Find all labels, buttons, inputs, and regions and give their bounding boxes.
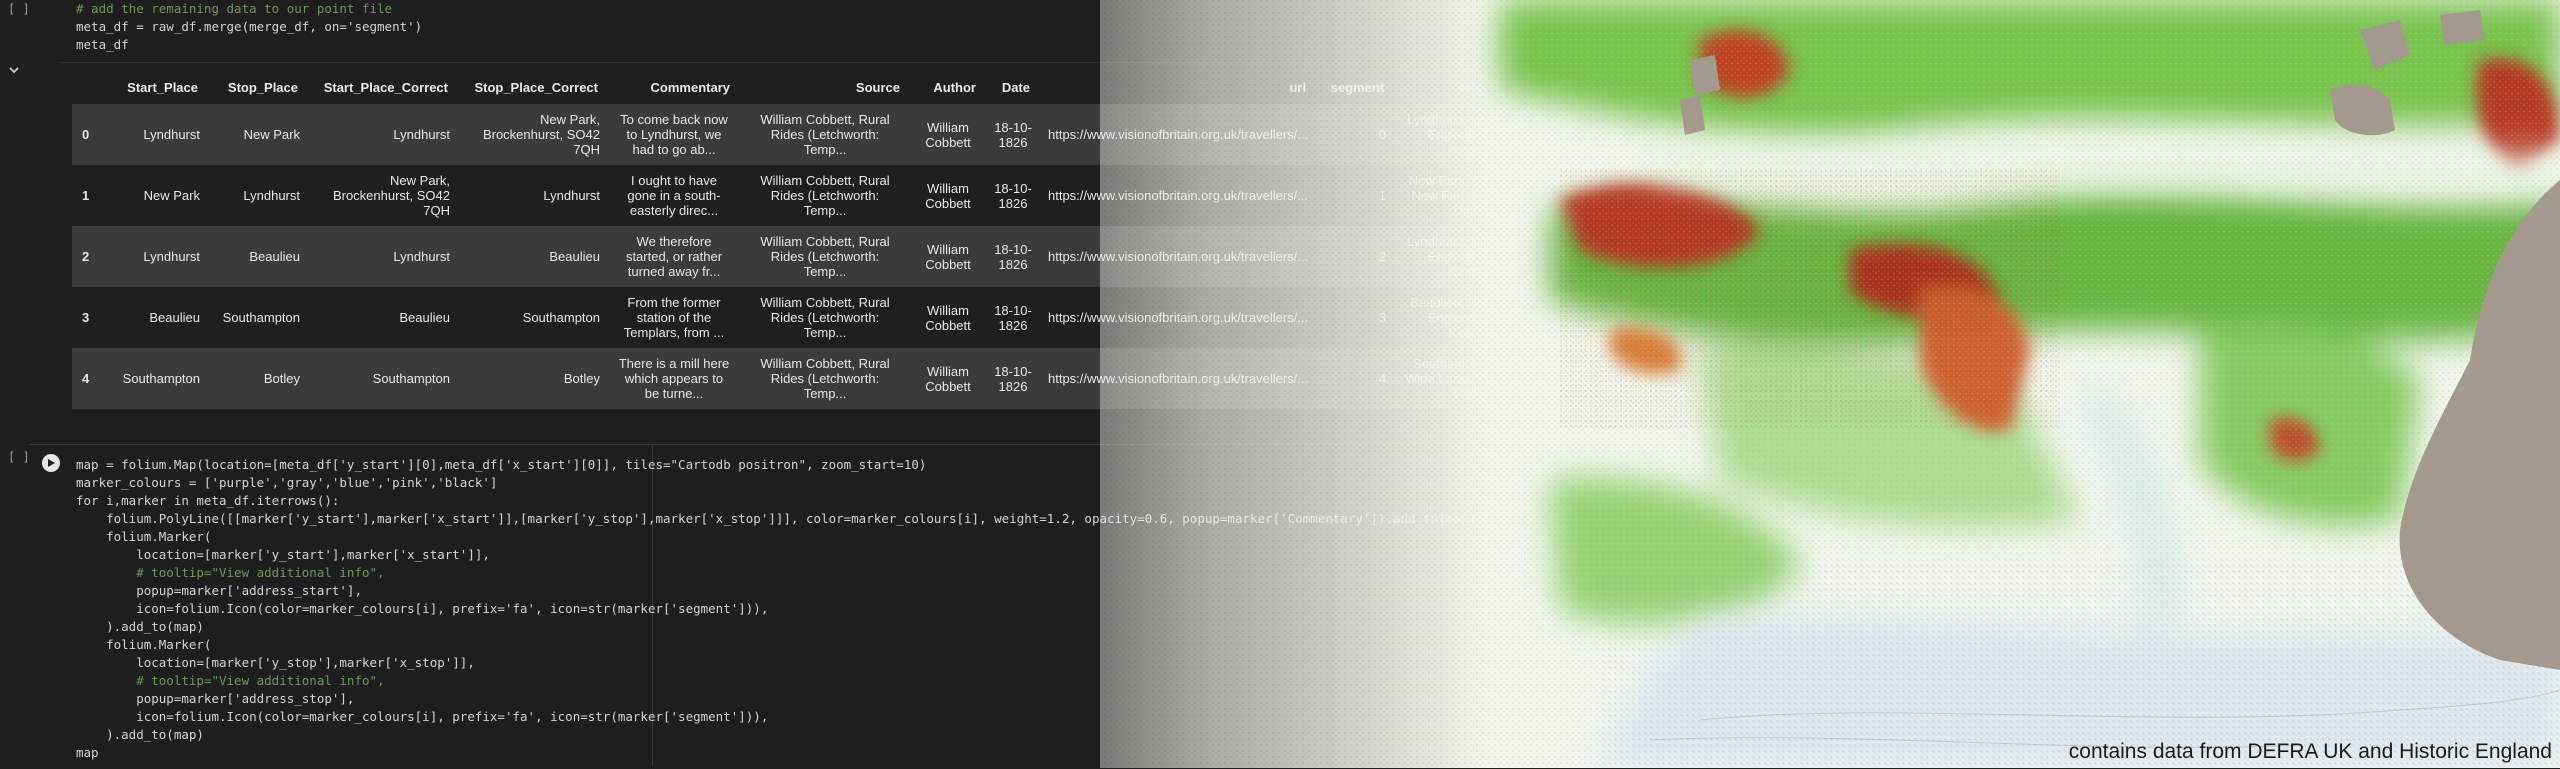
map-tiles: [1100, 0, 2560, 768]
map-attribution: contains data from DEFRA UK and Historic…: [2068, 740, 2552, 763]
map[interactable]: [0, 0, 2560, 768]
